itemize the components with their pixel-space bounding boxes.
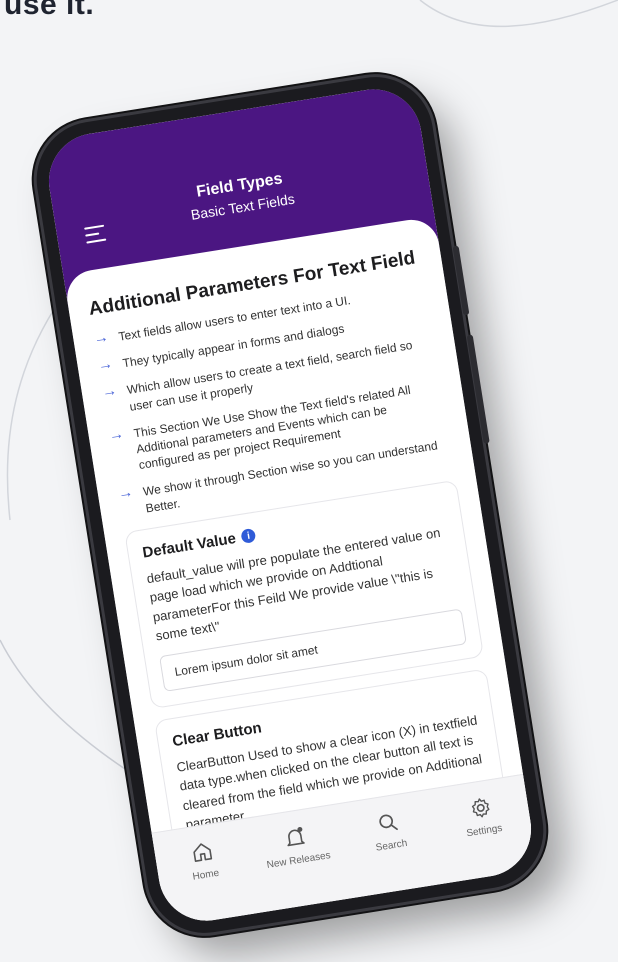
info-icon[interactable]: i [240,528,257,545]
home-icon [193,843,213,862]
gear-icon [471,798,490,818]
arrow-right-icon: → [116,483,135,503]
arrow-right-icon: → [100,382,119,402]
nav-search[interactable]: Search [347,804,432,857]
partial-heading-text: use it. [4,0,95,21]
bullet-list: → Text fields allow users to enter text i… [92,280,455,520]
nav-new-releases[interactable]: New Releases [254,819,339,872]
nav-settings[interactable]: Settings [439,790,524,843]
arrow-right-icon: → [96,355,115,375]
bell-icon [287,826,305,847]
arrow-right-icon: → [107,424,126,445]
search-icon [379,814,398,831]
default-value-card: Default Value i default_value will pre p… [124,479,485,709]
nav-home[interactable]: Home [161,834,246,887]
arrow-right-icon: → [92,328,110,348]
